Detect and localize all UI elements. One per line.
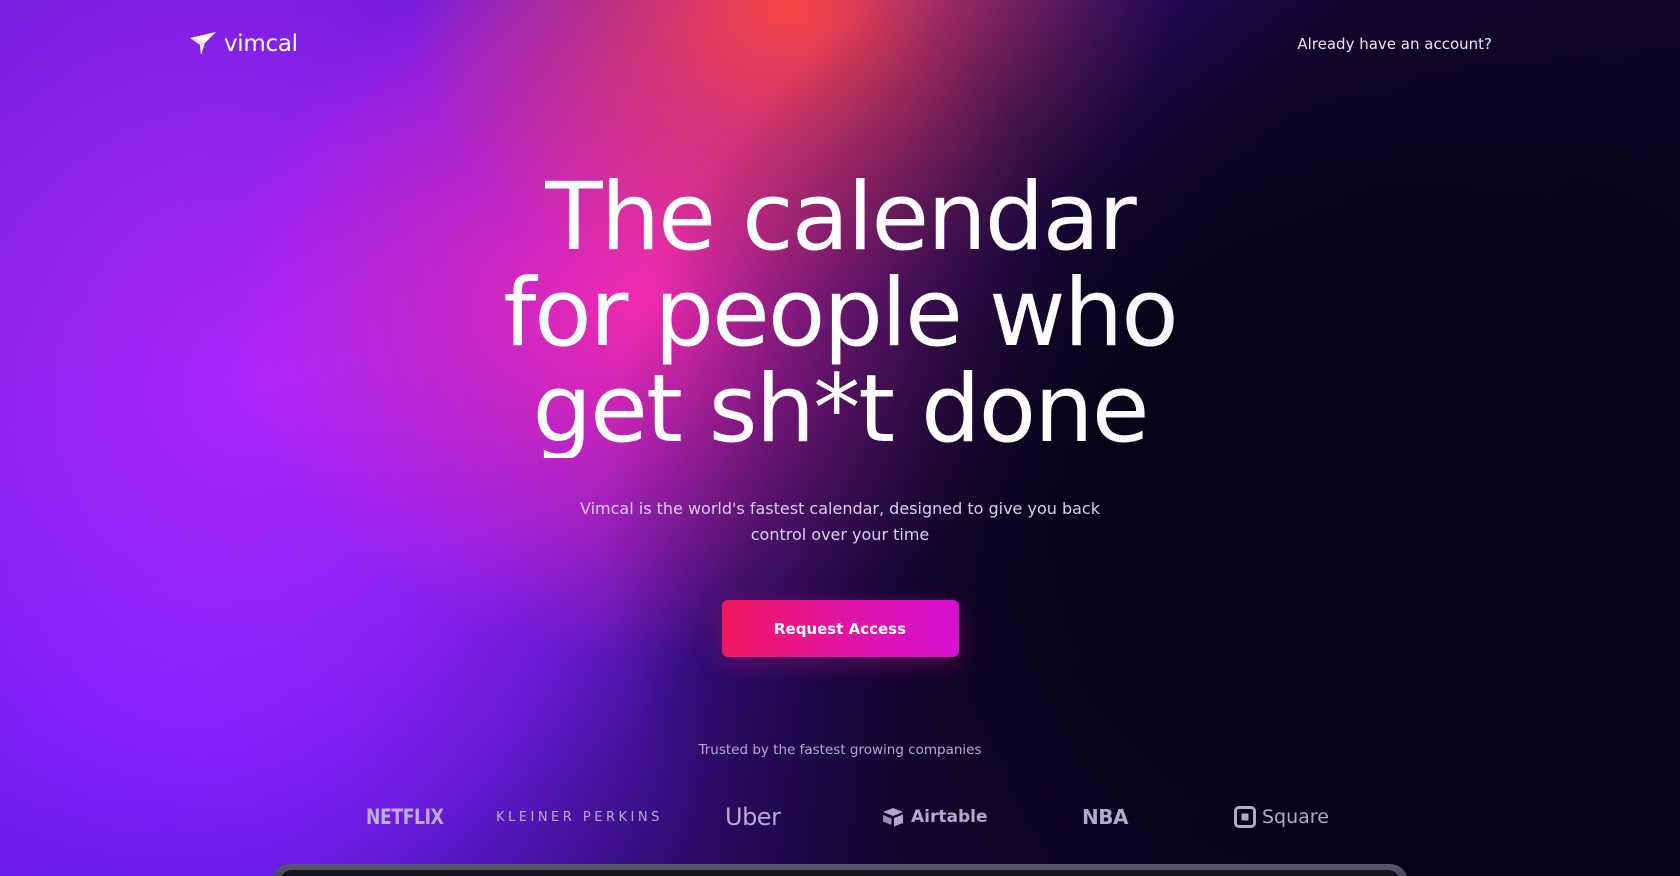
airtable-logo: Airtable — [881, 800, 988, 834]
kleiner-perkins-logo-text: KLEINER PERKINS — [496, 809, 663, 825]
app-preview-screen — [280, 870, 1400, 876]
netflix-logo-text: NETFLIX — [366, 805, 444, 829]
app-preview-frame — [272, 864, 1408, 876]
square-logo: Square — [1234, 800, 1329, 834]
logo-text: vimcal — [224, 31, 298, 57]
trusted-label: Trusted by the fastest growing companies — [698, 742, 982, 758]
hero-headline: The calendar for people who get sh*t don… — [0, 170, 1680, 458]
hero-section: The calendar for people who get sh*t don… — [0, 170, 1680, 657]
nba-logo: NBA — [1082, 800, 1128, 834]
netflix-logo: NETFLIX — [366, 800, 444, 834]
hero-subtitle: Vimcal is the world's fastest calendar, … — [580, 499, 1100, 544]
kleiner-perkins-logo: KLEINER PERKINS — [496, 800, 663, 834]
request-access-button[interactable]: Request Access — [721, 600, 959, 657]
headline-line-3: get sh*t done — [532, 355, 1148, 464]
uber-logo: Uber — [725, 800, 781, 834]
site-header: vimcal Already have an account? — [188, 22, 1492, 66]
square-icon — [1234, 806, 1256, 828]
nba-logo-text: NBA — [1082, 805, 1128, 829]
uber-logo-text: Uber — [725, 803, 781, 831]
vimcal-plane-icon — [190, 32, 216, 55]
headline-line-2: for people who — [503, 259, 1177, 368]
landing-page: vimcal Already have an account? The cale… — [0, 0, 1680, 876]
airtable-icon — [883, 808, 903, 827]
customer-logos: NETFLIX KLEINER PERKINS Uber Airtable NB… — [360, 800, 1329, 834]
vimcal-logo[interactable]: vimcal — [188, 29, 298, 59]
airtable-logo-text: Airtable — [911, 807, 988, 827]
sign-in-link[interactable]: Already have an account? — [1297, 35, 1492, 53]
square-logo-text: Square — [1262, 806, 1329, 828]
headline-line-1: The calendar — [545, 163, 1135, 272]
